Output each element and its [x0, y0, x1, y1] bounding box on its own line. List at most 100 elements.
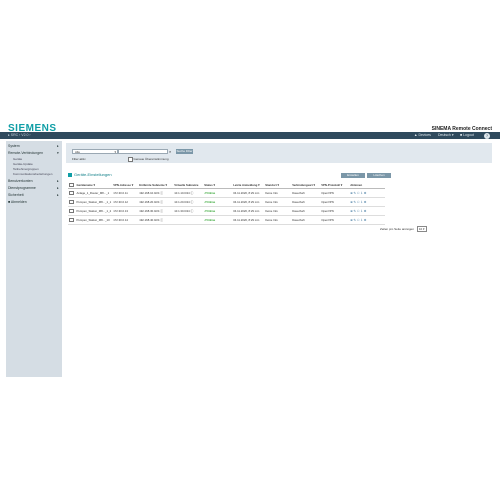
table-row[interactable]: Anlage_1_Router_M8..._1 172.30.0.11 192.…	[68, 188, 386, 198]
cell-actions: ⊕✎⚇⇩⚙	[349, 206, 386, 216]
edit-icon[interactable]: ✎	[354, 200, 356, 204]
edit-icon[interactable]: ✎	[354, 218, 356, 222]
help-icon[interactable]: ?	[484, 132, 490, 139]
checkbox-icon[interactable]	[128, 157, 133, 162]
download-icon[interactable]: ⇩	[360, 191, 362, 195]
cell-device-name[interactable]: Pumpen_Station_M8..._10	[75, 215, 113, 225]
user-icon[interactable]: ⚇	[357, 200, 360, 204]
download-icon[interactable]: ⇩	[360, 218, 362, 222]
sidebar-sub-devices[interactable]: Geräte	[13, 157, 22, 161]
user-icon[interactable]: ⚇	[357, 209, 360, 213]
filter-bar: Alle ▾ ⌕ Suche Filter Filter aktiv Genaue…	[66, 143, 492, 163]
table-row[interactable]: Pumpen_Station_M8..._1_1 172.30.0.12 192…	[68, 197, 386, 207]
cell-vpn-address: 172.30.0.14	[112, 215, 139, 225]
sidebar-sub-device-update[interactable]: Geräte-Update	[13, 162, 33, 166]
search-input[interactable]	[118, 149, 168, 154]
info-icon[interactable]: ⓘ	[191, 200, 194, 204]
config-icon[interactable]: ⚙	[364, 200, 367, 204]
info-icon[interactable]: ⓘ	[160, 191, 163, 195]
create-button[interactable]: Erstellen	[341, 173, 365, 178]
sidebar-item-remote-connections[interactable]: Remote-Verbindungen ▾	[8, 151, 59, 155]
edit-icon[interactable]: ✎	[354, 191, 356, 195]
cell-vpn-protocol: OpenVPN	[320, 188, 350, 198]
chevron-down-icon: ▾	[114, 150, 116, 154]
language-select[interactable]: Deutsch ▾	[438, 133, 454, 137]
cell-location: Keine Info	[264, 215, 292, 225]
cell-vpn-protocol: OpenVPN	[320, 197, 350, 207]
rows-per-page-select[interactable]: 10 ▾	[416, 226, 427, 232]
row-checkbox[interactable]	[69, 208, 74, 214]
cell-last-login: 04.11.2020, 8:29 min	[232, 188, 265, 198]
sidebar-sub-communication[interactable]: Kommunikationsbeziehungen	[13, 172, 52, 176]
cell-virtual-subnets	[173, 215, 204, 225]
sidebar-item-system[interactable]: System ▸	[8, 144, 59, 148]
download-icon[interactable]: ⇩	[360, 200, 362, 204]
chevron-right-icon: ▸	[57, 186, 59, 190]
config-icon[interactable]: ⚙	[364, 191, 367, 195]
info-icon[interactable]: ⓘ	[160, 209, 163, 213]
delete-button[interactable]: Löschen	[367, 173, 391, 178]
user-icon[interactable]: ⚇	[357, 218, 360, 222]
cell-vpn-protocol: OpenVPN	[320, 206, 350, 216]
cell-actions: ⊕✎⚇⇩⚙	[349, 215, 386, 225]
row-checkbox[interactable]	[69, 199, 74, 205]
exact-match-checkbox[interactable]: Genaue Übereinstimmung	[128, 157, 169, 162]
user-icon[interactable]: ⚇	[357, 191, 360, 195]
user-link[interactable]: ▲ Devices	[414, 133, 431, 137]
connect-icon[interactable]: ⊕	[350, 218, 352, 222]
rows-per-page: Zeilen pro Seite anzeigen 10 ▾	[380, 226, 427, 232]
table-row[interactable]: Pumpen_Station_M8..._1_2 172.30.0.13 192…	[68, 206, 386, 216]
connect-icon[interactable]: ⊕	[350, 200, 352, 204]
cell-vpn-protocol: OpenVPN	[320, 215, 350, 225]
config-icon[interactable]: ⚙	[364, 218, 367, 222]
top-bar: ▸ SRC › V2.0 › ▲ Devices Deutsch ▾ ■ Log…	[0, 132, 500, 139]
devices-table: Gerätename ▾ VPN-Adresse ▾ Entfernte Sub…	[68, 182, 386, 225]
row-checkbox[interactable]	[69, 190, 74, 196]
download-icon[interactable]: ⇩	[360, 209, 362, 213]
cell-vpn-address: 172.30.0.11	[112, 188, 139, 198]
connect-icon[interactable]: ⊕	[350, 209, 352, 213]
search-filter-button[interactable]: Suche Filter	[176, 149, 193, 154]
info-icon[interactable]: ⓘ	[191, 191, 194, 195]
cell-status: ✔Online	[203, 188, 233, 198]
sidebar-item-logout[interactable]: ■ Abmelden	[8, 200, 27, 204]
row-checkbox[interactable]	[69, 217, 74, 223]
logout-label: Logout	[463, 133, 474, 137]
checkbox-icon[interactable]	[69, 182, 74, 188]
filter-select[interactable]: Alle ▾	[72, 149, 118, 154]
cell-device-name[interactable]: Pumpen_Station_M8..._1_1	[75, 197, 113, 207]
sidebar-sub-participant-groups[interactable]: Teilnehmergruppen	[13, 167, 39, 171]
edit-icon[interactable]: ✎	[354, 209, 356, 213]
language-label: Deutsch	[438, 133, 451, 137]
cell-status: ✔Online	[203, 206, 233, 216]
main-content: Alle ▾ ⌕ Suche Filter Filter aktiv Genaue…	[64, 141, 494, 377]
exact-match-label: Genaue Übereinstimmung	[133, 157, 169, 162]
cell-actions: ⊕✎⚇⇩⚙	[349, 188, 386, 198]
breadcrumb: ▸ SRC › V2.0 ›	[8, 133, 31, 137]
search-icon[interactable]: ⌕	[169, 149, 171, 154]
cell-device-name[interactable]: Pumpen_Station_M8..._1_2	[75, 206, 113, 216]
sidebar-item-security[interactable]: Sicherheit ▸	[8, 193, 59, 197]
user-label: Devices	[418, 133, 431, 137]
info-icon[interactable]: ⓘ	[160, 218, 163, 222]
cell-virtual-subnets: 10.1.30.0/24 ⓘ	[173, 206, 204, 216]
connect-icon[interactable]: ⊕	[350, 191, 352, 195]
info-icon[interactable]: ⓘ	[191, 209, 194, 213]
config-icon[interactable]: ⚙	[364, 209, 367, 213]
logout-icon: ■	[460, 133, 463, 137]
sidebar-item-utilities[interactable]: Dienstprogramme ▸	[8, 186, 59, 190]
cell-last-login: 04.11.2020, 8:29 min	[232, 215, 265, 225]
cell-last-login: 04.11.2020, 8:29 min	[232, 206, 265, 216]
cell-remote-subnets: 192.168.10.0/24 ⓘ	[138, 188, 174, 198]
cell-status: ✔Online	[203, 215, 233, 225]
filter-active-label: Filter aktiv	[72, 157, 86, 161]
logout-link[interactable]: ■ Logout	[460, 133, 474, 137]
info-icon[interactable]: ⓘ	[160, 200, 163, 204]
table-row[interactable]: Pumpen_Station_M8..._10 172.30.0.14 192.…	[68, 215, 386, 225]
cell-remote-subnets: 192.168.40.0/24 ⓘ	[138, 215, 174, 225]
cell-vpn-address: 172.30.0.13	[112, 206, 139, 216]
sidebar-item-user-accounts[interactable]: Benutzerkonten ▸	[8, 179, 59, 183]
cell-virtual-subnets: 10.1.20.0/24 ⓘ	[173, 197, 204, 207]
cell-last-login: 04.11.2020, 8:29 min	[232, 197, 265, 207]
cell-device-name[interactable]: Anlage_1_Router_M8..._1	[75, 188, 113, 198]
